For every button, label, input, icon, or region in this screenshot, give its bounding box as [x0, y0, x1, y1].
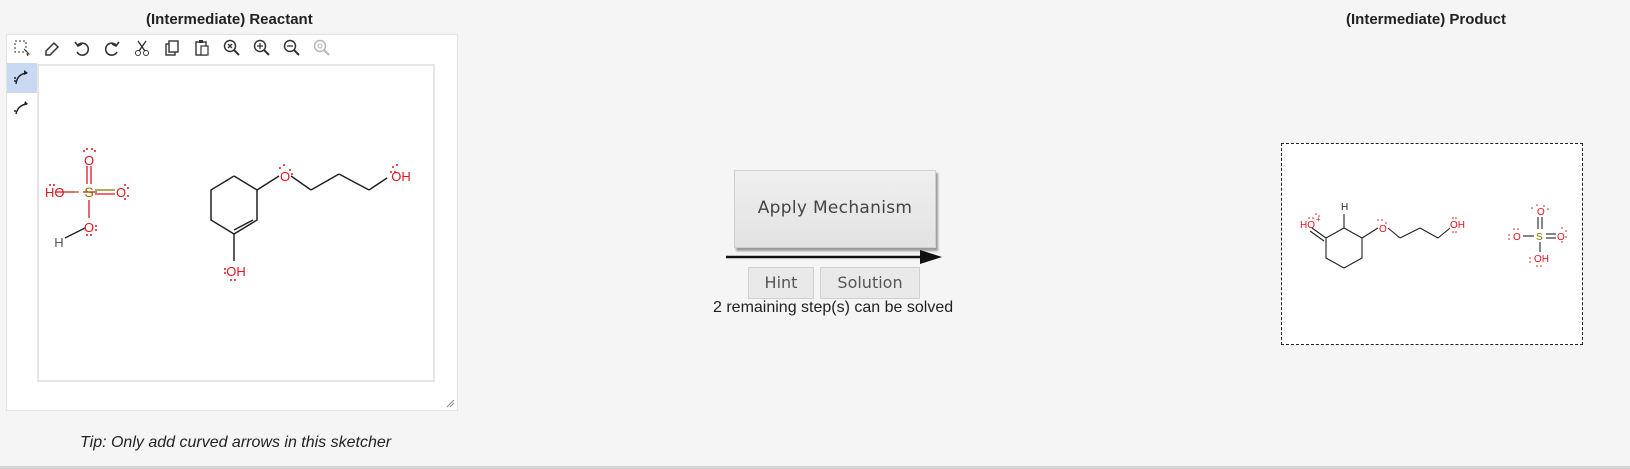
sketcher-toolbar: [7, 35, 457, 61]
undo-icon[interactable]: [67, 35, 97, 61]
sulfuric-acid-molecule: S HO O O O H: [45, 148, 129, 250]
cyclohexenol-ether-molecule: [210, 173, 388, 261]
zoom-fit-icon[interactable]: [307, 35, 337, 61]
zoom-reset-icon[interactable]: [217, 35, 247, 61]
remaining-steps-status: 2 remaining step(s) can be solved: [713, 299, 954, 316]
copy-icon[interactable]: [157, 35, 187, 61]
lasso-select-icon[interactable]: [7, 35, 37, 61]
terminal-hydroxyl-label: OH: [391, 169, 411, 184]
apply-mechanism-button[interactable]: Apply Mechanism: [734, 170, 936, 248]
resize-handle-icon[interactable]: [445, 398, 455, 408]
reactant-canvas[interactable]: S HO O O O H O OH OH: [37, 64, 435, 382]
curved-arrow-single-icon[interactable]: [7, 93, 37, 123]
zoom-in-icon[interactable]: [247, 35, 277, 61]
sulfate-sulfur-atom: S: [1536, 232, 1543, 243]
oxonium-label: HO: [1300, 220, 1315, 231]
product-ether-oxygen-atom: O: [1379, 224, 1387, 235]
hint-button[interactable]: Hint: [748, 267, 814, 299]
redo-icon[interactable]: [97, 35, 127, 61]
hydroxyl-label: HO: [45, 185, 65, 200]
reactant-sketcher[interactable]: S HO O O O H O OH OH: [6, 34, 458, 411]
positive-charge-icon: +: [1316, 215, 1321, 224]
enol-hydroxyl-label: OH: [226, 264, 246, 279]
sulfate-top-oxygen-atom: O: [1537, 207, 1545, 218]
sulfur-atom: S: [84, 184, 93, 200]
product-panel: HO H O OH O O S O OH +: [1281, 143, 1583, 345]
hydroxyl-oxygen-atom: O: [84, 220, 94, 235]
sulfate-left-oxygen-atom: O: [1513, 232, 1521, 243]
cut-icon[interactable]: [127, 35, 157, 61]
product-title: (Intermediate) Product: [1346, 11, 1507, 28]
product-structure: HO H O OH O O S O OH +: [1300, 202, 1567, 269]
sulfate-right-oxygen-atom: O: [1557, 232, 1565, 243]
acidic-hydrogen-atom: H: [54, 235, 63, 250]
paste-icon[interactable]: [187, 35, 217, 61]
sulfate-hydroxyl-label: OH: [1534, 254, 1549, 265]
side-tool-palette: [7, 63, 37, 123]
reaction-arrow-icon: [726, 250, 942, 264]
zoom-out-icon[interactable]: [277, 35, 307, 61]
ether-oxygen-atom: O: [280, 169, 290, 184]
curved-arrow-pair-icon[interactable]: [7, 63, 37, 93]
eraser-icon[interactable]: [37, 35, 67, 61]
oxo-top-atom: O: [84, 153, 94, 168]
oxo-right-atom: O: [116, 185, 126, 200]
reactant-title: (Intermediate) Reactant: [146, 11, 313, 28]
reactant-structure: S HO O O O H O OH OH: [45, 148, 411, 281]
solution-button[interactable]: Solution: [820, 267, 920, 299]
product-hydroxyl-label: OH: [1450, 220, 1465, 231]
sketcher-tip: Tip: Only add curved arrows in this sket…: [80, 434, 392, 451]
product-hydrogen-atom: H: [1341, 202, 1348, 213]
